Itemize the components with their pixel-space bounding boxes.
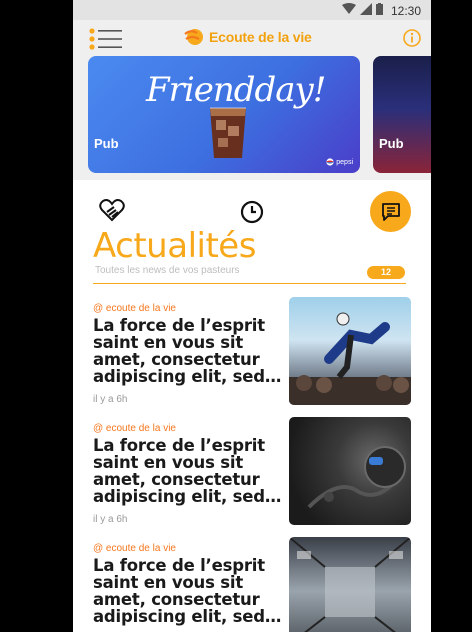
news-title[interactable]: La force de l’esprit saint en vous sit a… <box>93 317 283 385</box>
wifi-icon <box>341 2 356 20</box>
ad-carousel[interactable]: Friendday! Pub pepsi Pub <box>73 56 431 180</box>
news-count-badge: 12 <box>367 266 405 279</box>
section-divider <box>93 283 406 284</box>
heart-hands-button[interactable] <box>99 198 125 227</box>
sponsor-name: pepsi <box>336 158 353 166</box>
status-bar: 12:30 <box>73 0 431 20</box>
messages-button[interactable] <box>370 191 411 232</box>
app-title: Ecoute de la vie <box>209 29 312 45</box>
history-button[interactable] <box>240 200 264 229</box>
sponsor-logo: pepsi <box>326 158 353 166</box>
app-bar: Ecoute de la vie <box>73 20 431 56</box>
news-title[interactable]: La force de l’esprit saint en vous sit a… <box>93 557 283 625</box>
info-icon <box>403 29 421 47</box>
menu-button[interactable] <box>89 28 123 50</box>
news-item[interactable]: @ ecoute de la vie La force de l’esprit … <box>73 417 431 535</box>
news-thumbnail[interactable] <box>289 417 411 525</box>
logo-icon <box>184 29 203 45</box>
news-time: il y a 6h <box>93 394 128 405</box>
status-time: 12:30 <box>390 4 421 18</box>
signal-icon <box>359 2 372 20</box>
section-subtitle: Toutes les news de vos pasteurs <box>95 265 240 276</box>
message-icon <box>381 202 400 221</box>
news-thumbnail[interactable] <box>289 297 411 405</box>
news-thumbnail[interactable] <box>289 537 411 632</box>
news-title[interactable]: La force de l’esprit saint en vous sit a… <box>93 437 283 505</box>
news-source[interactable]: @ ecoute de la vie <box>93 543 176 554</box>
info-button[interactable] <box>403 29 421 47</box>
news-item[interactable]: @ ecoute de la vie La force de l’esprit … <box>73 297 431 415</box>
news-time: il y a 6h <box>93 514 128 525</box>
news-source[interactable]: @ ecoute de la vie <box>93 423 176 434</box>
ad-label: Pub <box>94 136 119 151</box>
battery-icon <box>375 2 383 20</box>
pepsi-icon <box>326 158 334 166</box>
ad-banner-stadium[interactable]: Pub <box>373 56 431 173</box>
clock-icon <box>240 200 264 224</box>
ad-label: Pub <box>379 136 404 151</box>
news-source[interactable]: @ ecoute de la vie <box>93 303 176 314</box>
drink-glass-image <box>210 107 246 158</box>
ad-banner-friendday[interactable]: Friendday! Pub pepsi <box>88 56 360 173</box>
action-row <box>73 180 431 232</box>
section-title: Actualités <box>93 226 256 266</box>
heart-hands-icon <box>99 199 125 222</box>
news-item[interactable]: @ ecoute de la vie La force de l’esprit … <box>73 537 431 632</box>
brand: Ecoute de la vie <box>183 27 312 47</box>
menu-icon <box>89 28 122 50</box>
app-screen: 12:30 Ecoute de la vie Friendday! Pub pe… <box>73 0 431 632</box>
